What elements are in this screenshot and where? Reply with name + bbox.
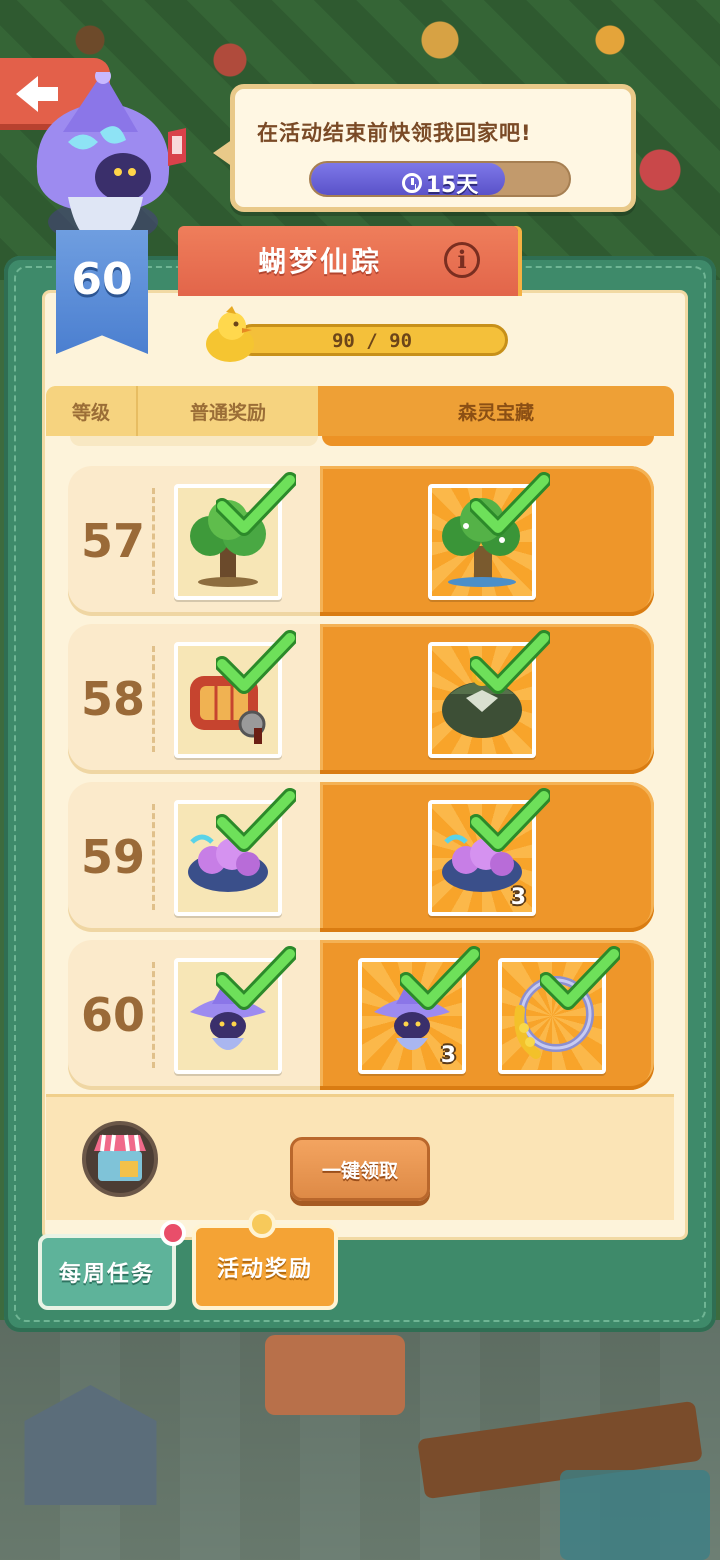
checkmark-icon bbox=[400, 946, 480, 1010]
notification-dot bbox=[160, 1220, 186, 1246]
header-normal-reward: 普通奖励 bbox=[138, 386, 318, 436]
reward-quantity: 3 bbox=[510, 885, 526, 910]
panel-title: 蝴梦仙踪 bbox=[258, 245, 383, 278]
checkmark-icon bbox=[216, 788, 296, 852]
info-icon[interactable]: i bbox=[444, 242, 480, 278]
timer-label: 15天 bbox=[425, 173, 479, 197]
panel-footer: 一键领取 bbox=[46, 1094, 674, 1220]
reward-row: 59 3 bbox=[68, 782, 654, 932]
checkmark-icon bbox=[540, 946, 620, 1010]
checkmark-icon bbox=[216, 946, 296, 1010]
previous-row-edge bbox=[46, 436, 674, 448]
normal-reward-card[interactable] bbox=[174, 946, 296, 1074]
golden-duck-icon bbox=[206, 306, 254, 362]
normal-reward-card[interactable] bbox=[174, 788, 296, 916]
speech-bubble: 在活动结束前快领我回家吧! 15天 bbox=[213, 84, 636, 212]
panel-title-tab: 蝴梦仙踪 i bbox=[178, 226, 518, 296]
witch-cat-mascot bbox=[36, 72, 186, 244]
current-level: 60 bbox=[71, 254, 133, 305]
shop-icon[interactable] bbox=[82, 1121, 158, 1197]
checkmark-icon bbox=[470, 630, 550, 694]
xp-text: 90 / 90 bbox=[331, 330, 413, 352]
header-premium-reward: 森灵宝藏 bbox=[318, 386, 674, 436]
background-greenhouse bbox=[560, 1470, 710, 1560]
xp-progress-bar: 90 / 90 bbox=[236, 324, 508, 356]
level-ribbon: 60 bbox=[56, 230, 148, 354]
reward-quantity: 3 bbox=[440, 1043, 456, 1068]
row-level: 57 bbox=[80, 514, 145, 568]
row-level: 58 bbox=[80, 672, 145, 726]
premium-reward-card[interactable]: 3 bbox=[358, 946, 480, 1074]
shop-stall-icon bbox=[94, 1134, 146, 1181]
premium-reward-card[interactable] bbox=[428, 630, 550, 758]
checkmark-icon bbox=[216, 472, 296, 536]
header-level: 等级 bbox=[46, 386, 138, 436]
premium-reward-card[interactable] bbox=[498, 946, 620, 1074]
normal-reward-card[interactable] bbox=[174, 472, 296, 600]
tab-selected-indicator bbox=[248, 1210, 276, 1238]
premium-reward-card[interactable] bbox=[428, 472, 550, 600]
checkmark-icon bbox=[216, 630, 296, 694]
tab-weekly-tasks[interactable]: 每周任务 bbox=[38, 1234, 176, 1310]
background-cart bbox=[265, 1335, 405, 1415]
row-level: 60 bbox=[80, 988, 145, 1042]
reward-list[interactable]: 57 58 59 3 60 3 bbox=[46, 436, 674, 1090]
speech-text: 在活动结束前快领我回家吧! bbox=[257, 121, 532, 145]
checkmark-icon bbox=[470, 788, 550, 852]
reward-table-header: 等级 普通奖励 森灵宝藏 bbox=[46, 386, 674, 436]
claim-all-button[interactable]: 一键领取 bbox=[290, 1137, 430, 1201]
checkmark-icon bbox=[470, 472, 550, 536]
row-level: 59 bbox=[80, 830, 145, 884]
reward-row: 57 bbox=[68, 466, 654, 616]
premium-reward-card[interactable]: 3 bbox=[428, 788, 550, 916]
reward-row: 58 bbox=[68, 624, 654, 774]
normal-reward-card[interactable] bbox=[174, 630, 296, 758]
clock-icon bbox=[401, 173, 422, 193]
event-timer-bar: 15天 bbox=[309, 161, 571, 197]
reward-row: 60 3 bbox=[68, 940, 654, 1090]
